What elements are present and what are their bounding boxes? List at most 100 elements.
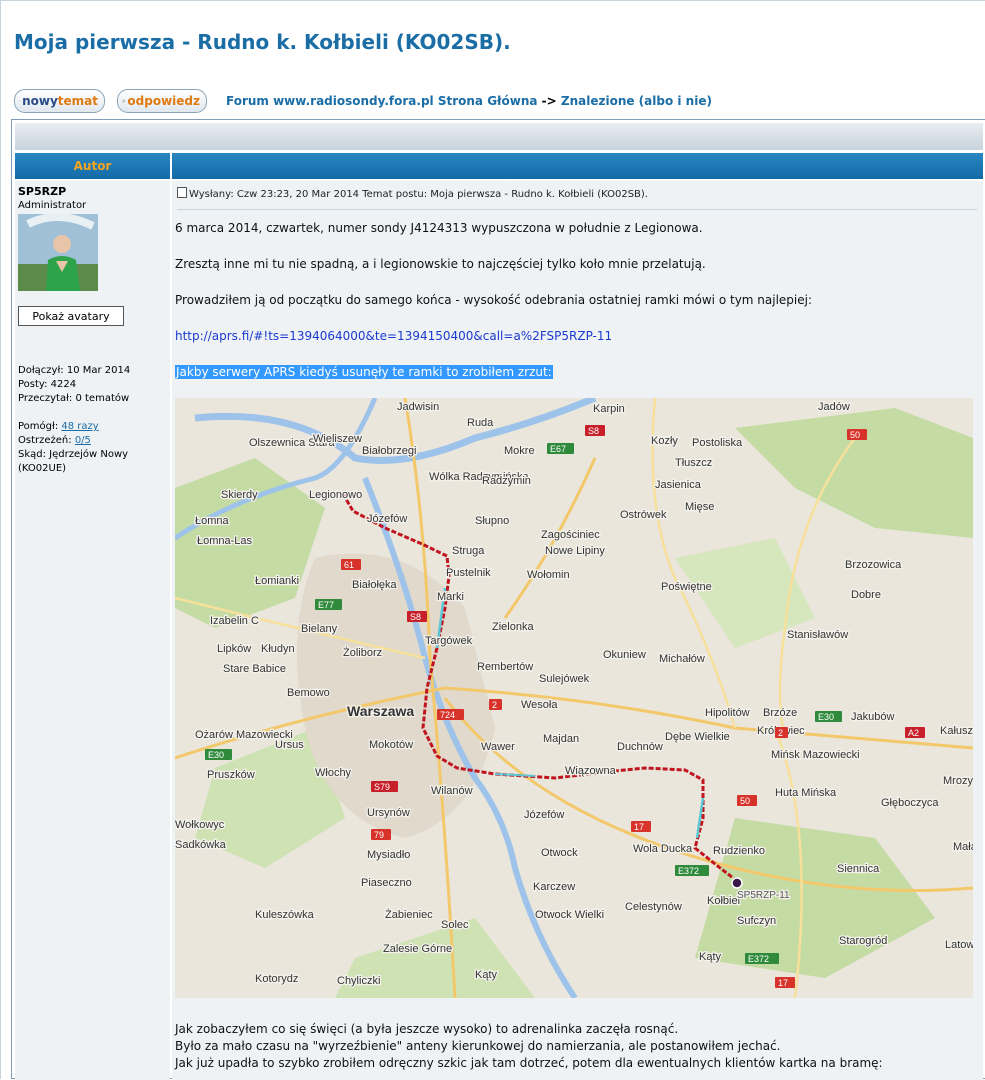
map-place-label: Wilanów (431, 785, 473, 797)
warnings-link[interactable]: 0/5 (75, 435, 91, 446)
author-panel: SP5RZP Administrator Pokaż avatary Dołąc… (15, 181, 170, 1080)
map-place-label: Karpin (593, 403, 625, 415)
breadcrumb-separator: -> (541, 94, 557, 108)
map-place-label: Lipków (217, 643, 251, 655)
road-shield-label: S8 (588, 426, 599, 436)
map-place-label: Wołomin (527, 569, 570, 581)
map-place-label: Solec (441, 919, 469, 931)
map-place-label: Żoliborz (343, 646, 382, 659)
author-warnings: Ostrzeżeń: 0/5 (18, 435, 91, 446)
author-from-locator: (KO02UE) (18, 463, 67, 474)
road-shield-label: E372 (748, 954, 769, 964)
author-from: Skąd: Jędrzejów Nowy (18, 449, 129, 460)
map-screenshot: Jadwisin Karpin Jadów Ruda Olszewnica Stara W… (175, 398, 973, 998)
map-place-label: Radzymin (482, 475, 531, 487)
map-place-label: Białołęka (352, 579, 398, 591)
author-rank: Administrator (18, 200, 87, 211)
map-place-label: Kozły (651, 435, 678, 447)
map-place-label: Kołbiel (707, 895, 740, 907)
map-place-label: Ostrówek (620, 509, 667, 521)
map-place-label: Piaseczno (361, 877, 412, 889)
map-place-label: Warszawa (347, 703, 414, 719)
map-place-label: Głęboczyca (881, 797, 939, 809)
map-place-label: Karczew (533, 881, 575, 893)
page-title[interactable]: Moja pierwsza - Rudno k. Kołbieli (KO02S… (14, 30, 511, 54)
map-place-label: Ursus (275, 739, 304, 751)
map-place-label: Kąty (699, 951, 722, 963)
road-shield-label: 79 (374, 830, 384, 840)
map-place-label: Kuleszówka (255, 909, 315, 921)
topic-table: Autor SP5RZP Administrator Pokaż avatary… (11, 119, 985, 1080)
map-place-label: Otwock Wielki (535, 909, 604, 921)
post-after-1: Jak zobaczyłem co się święci (a była jes… (175, 1022, 679, 1036)
map-place-label: Nowe Lipiny (545, 545, 605, 557)
post-line-1: 6 marca 2014, czwartek, numer sondy J412… (175, 221, 703, 235)
road-shield-label: E372 (678, 866, 699, 876)
map-place-label: Wola Ducka (633, 843, 693, 855)
reply-button[interactable]: odpowiedz (117, 89, 207, 113)
post-line-3: Prowadziłem ją od początku do samego koń… (175, 293, 813, 307)
avatar (18, 214, 98, 291)
road-shield-label: 50 (850, 430, 860, 440)
highlighted-text: Jakby serwery APRS kiedyś usunęły te ram… (175, 365, 553, 379)
map-place-label: Józefów (524, 809, 564, 821)
post-line-2: Zresztą inne mi tu nie spadną, a i legio… (175, 257, 706, 271)
map-place-label: Marki (437, 591, 464, 603)
map-place-label: Sulejówek (539, 673, 590, 685)
map-place-label: Struga (452, 545, 485, 557)
map-place-label: Otwock (541, 847, 578, 859)
map-place-label: Michałów (659, 653, 705, 665)
map-place-label: Mokre (504, 445, 535, 457)
map-place-label: Izabelin C (210, 615, 259, 627)
map-place-label: Mięse (685, 501, 714, 513)
author-read: Przeczytał: 0 tematów (18, 393, 130, 404)
post-icon (177, 187, 187, 198)
author-column-header: Autor (15, 153, 170, 179)
map-place-label: Sadkówka (175, 839, 227, 851)
reply-label: odpowiedz (127, 94, 200, 108)
map-place-label: Jadwisin (397, 401, 439, 413)
map-place-label: Starogród (839, 935, 887, 947)
map-place-label: Mrozy (943, 775, 973, 787)
show-avatars-button[interactable]: Pokaż avatary (18, 306, 124, 326)
map-place-label: Targówek (425, 635, 473, 647)
map-place-label: Jakubów (851, 711, 894, 723)
map-place-label: Brzóze (763, 707, 797, 719)
map-place-label: Stare Babice (223, 663, 286, 675)
map-place-label: Hipolitów (705, 707, 750, 719)
road-shield-label: E67 (550, 444, 566, 454)
post-after-2: Było za mało czasu na "wyrzeźbienie" ant… (175, 1039, 781, 1053)
map-place-label: Okuniew (603, 649, 646, 661)
new-topic-button[interactable]: nowy temat (14, 89, 105, 113)
map-place-label: Pruszków (207, 769, 255, 781)
breadcrumb-section-link[interactable]: Znalezione (albo i nie) (561, 94, 712, 108)
top-border (0, 0, 985, 1)
map-place-label: Skierdy (221, 489, 258, 501)
map-place-label: Mokotów (369, 739, 413, 751)
breadcrumb: Forum www.radiosondy.fora.pl Strona Głów… (226, 94, 712, 108)
map-place-label: Wołkowyc (175, 819, 225, 831)
map-place-label: Duchnów (617, 741, 663, 753)
breadcrumb-forum-link[interactable]: Forum www.radiosondy.fora.pl Strona Głów… (226, 94, 537, 108)
map-place-label: Józefów (367, 513, 407, 525)
helped-link[interactable]: 48 razy (61, 421, 98, 432)
map-place-label: Łomianki (255, 575, 299, 587)
map-place-label: Mysiadło (367, 849, 410, 861)
map-place-label: Sufczyn (737, 915, 776, 927)
map-place-label: Rudzienko (713, 845, 765, 857)
road-shield-label: A2 (908, 728, 919, 738)
pencil-icon (19, 100, 20, 102)
map-place-label: Siennica (837, 863, 880, 875)
map-place-label: Rembertów (477, 661, 533, 673)
author-joined: Dołączył: 10 Mar 2014 (18, 365, 131, 376)
map-place-label: Wieliszew (313, 433, 362, 445)
road-shield-label: E30 (208, 750, 224, 760)
new-topic-label-a: nowy (22, 94, 58, 108)
road-shield-label: 2 (778, 728, 783, 738)
aprs-link[interactable]: http://aprs.fi/#!ts=1394064000&te=139415… (175, 329, 612, 343)
map-place-label: Łomna (195, 515, 230, 527)
road-shield-label: 61 (344, 560, 354, 570)
road-shield-label: S79 (374, 782, 390, 792)
map-place-label: Mińsk Mazowiecki (771, 749, 860, 761)
new-topic-label-b: temat (57, 94, 98, 108)
